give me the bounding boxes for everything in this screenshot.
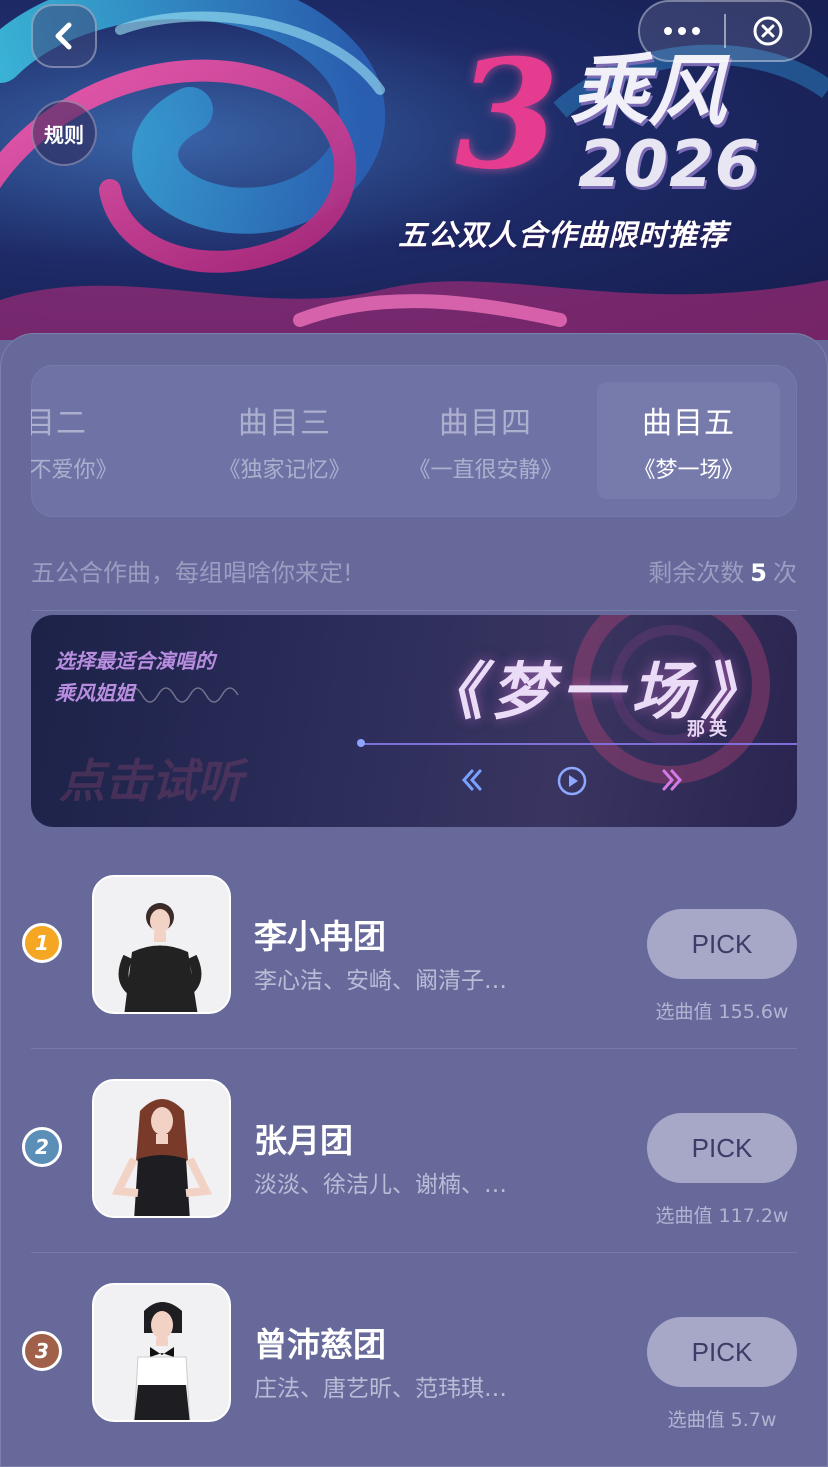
more-button[interactable]: [640, 2, 724, 60]
team-name: 张月团: [254, 1121, 353, 1160]
tab-title: 曲目四: [439, 405, 532, 441]
tab-song-2[interactable]: 曲目二 《说我不爱你》: [31, 382, 132, 499]
avatar: [92, 1283, 231, 1422]
info-slogan: 五公合作曲，每组唱啥你来定!: [31, 558, 353, 587]
tab-song-5[interactable]: 曲目五 《梦一场》: [597, 382, 780, 499]
mini-program-capsule: [638, 0, 812, 62]
song-preview-card[interactable]: 选择最适合演唱的 乘风姐姐 点击试听 《梦一场》 那英: [31, 615, 797, 827]
tab-song: 《独家记忆》: [218, 457, 351, 483]
team-members: 李心洁、安崎、阚清子…: [254, 968, 507, 994]
close-button[interactable]: [726, 2, 810, 60]
rules-button[interactable]: 规则: [31, 100, 97, 166]
team-members: 淡淡、徐洁儿、谢楠、…: [254, 1172, 507, 1198]
logo-mark: 3: [455, 27, 560, 203]
remaining-votes: 剩余次数 5 次: [648, 553, 797, 588]
divider: [31, 1252, 797, 1253]
person-portrait-icon: [94, 1081, 229, 1216]
pick-button[interactable]: PICK: [647, 909, 797, 979]
pick-button[interactable]: PICK: [647, 1317, 797, 1387]
progress-knob[interactable]: [357, 739, 365, 747]
forward-icon[interactable]: [659, 765, 685, 795]
rank-badge: 1: [22, 923, 62, 963]
logo-title: 乘风: [570, 47, 727, 137]
song-tabs: 曲目二 《说我不爱你》 曲目三 《独家记忆》 曲目四 《一直很安静》 曲目五 《…: [31, 365, 797, 517]
play-icon[interactable]: [556, 765, 588, 797]
vote-value: 选曲值 117.2w: [655, 1205, 789, 1227]
vote-value: 选曲值 155.6w: [655, 1001, 789, 1023]
vote-value: 选曲值 5.7w: [667, 1409, 777, 1431]
card-slogan: 选择最适合演唱的 乘风姐姐: [55, 645, 215, 709]
banner-subtitle: 五公双人合作曲限时推荐: [398, 218, 729, 252]
rank-badge: 3: [22, 1331, 62, 1371]
divider: [31, 610, 797, 611]
event-banner: 3 乘风 2026 五公双人合作曲限时推荐 规则: [0, 0, 828, 340]
tab-song: 《一直很安静》: [408, 457, 563, 483]
chevron-left-icon: [55, 22, 72, 50]
team-row: 1 李小冉团 李心洁、安崎、阚清子… PICK 选曲值 155.6w: [0, 855, 828, 1035]
tab-song: 《梦一场》: [633, 457, 744, 483]
back-button[interactable]: [31, 4, 97, 68]
singer-name: 那英: [687, 719, 731, 740]
team-row: 2 张月团 淡淡、徐洁儿、谢楠、… PICK 选曲值 117.2w: [0, 1059, 828, 1239]
avatar: [92, 1079, 231, 1218]
person-portrait-icon: [94, 1285, 229, 1420]
avatar: [92, 875, 231, 1014]
card-slogan-line2: 乘风姐姐: [55, 681, 135, 705]
tab-song: 《说我不爱你》: [31, 457, 118, 483]
team-members: 庄法、唐艺昕、范玮琪…: [254, 1376, 507, 1402]
remaining-count: 5: [750, 558, 767, 587]
team-name: 曾沛慈团: [254, 1325, 386, 1364]
tab-song-3[interactable]: 曲目三 《独家记忆》: [193, 382, 376, 499]
rewind-icon[interactable]: [459, 765, 485, 795]
tab-title: 曲目二: [31, 405, 87, 441]
tab-song-4[interactable]: 曲目四 《一直很安静》: [394, 382, 577, 499]
logo-year: 2026: [578, 128, 761, 202]
person-portrait-icon: [94, 877, 229, 1012]
divider: [31, 1048, 797, 1049]
more-dots-icon: [664, 27, 701, 35]
tab-title: 曲目三: [238, 405, 331, 441]
rank-badge: 2: [22, 1127, 62, 1167]
close-circle-icon: [753, 16, 783, 46]
pick-button[interactable]: PICK: [647, 1113, 797, 1183]
info-row: 五公合作曲，每组唱啥你来定! 剩余次数 5 次: [31, 550, 797, 590]
progress-track[interactable]: [361, 743, 797, 745]
remaining-suffix: 次: [773, 558, 797, 587]
tab-title: 曲目五: [642, 405, 735, 441]
listen-watermark: 点击试听: [59, 754, 243, 808]
card-slogan-line1: 选择最适合演唱的: [55, 649, 215, 673]
team-row: 3 曾沛慈团 庄法、唐艺昕、范玮琪… PICK 选曲值 5.7w: [0, 1263, 828, 1443]
team-name: 李小冉团: [254, 917, 386, 956]
remaining-prefix: 剩余次数: [648, 558, 745, 587]
